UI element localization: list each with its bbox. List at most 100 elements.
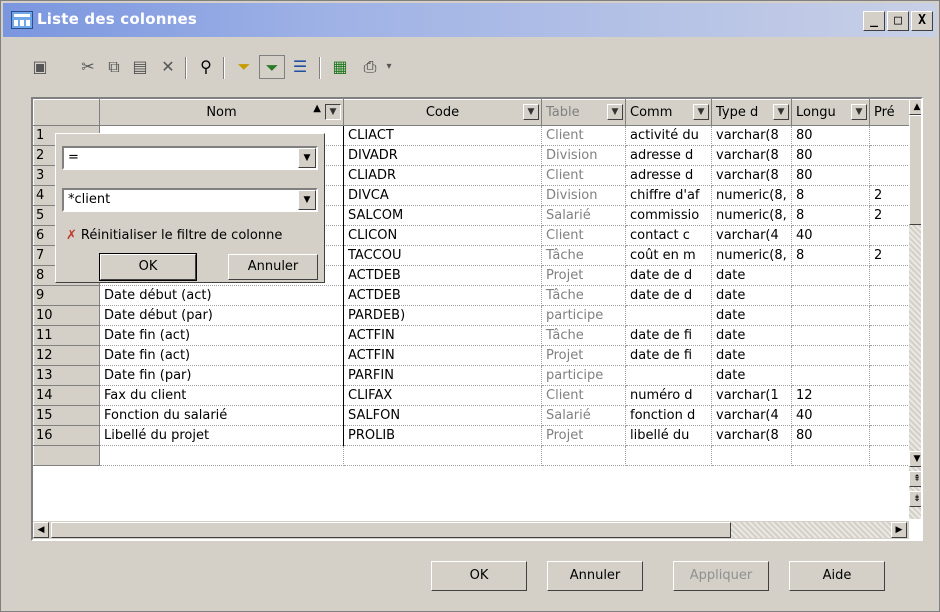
grid-cell[interactable]: 8 <box>791 245 870 266</box>
grid-cell[interactable]: date <box>711 265 792 286</box>
grid-cell[interactable]: Fonction du salarié <box>99 405 344 426</box>
grid-cell[interactable]: activité du <box>625 125 712 146</box>
grid-cell[interactable]: Fax du client <box>99 385 344 406</box>
header-length[interactable]: Longu ▼ <box>791 99 870 126</box>
grid-cell[interactable]: Client <box>541 225 626 246</box>
grid-cell[interactable]: 40 <box>791 405 870 426</box>
grid-cell[interactable]: ACTDEB <box>343 265 542 286</box>
grid-cell[interactable]: Date début (par) <box>99 305 344 326</box>
grid-cell[interactable]: Tâche <box>541 325 626 346</box>
grid-cell[interactable] <box>869 225 910 246</box>
header-code[interactable]: Code ▼ <box>343 99 542 126</box>
filter-dropdown-icon[interactable]: ▼ <box>325 104 341 120</box>
grid-cell[interactable]: TACCOU <box>343 245 542 266</box>
grid-cell[interactable]: date <box>711 325 792 346</box>
grid-cell[interactable]: 2 <box>869 205 910 226</box>
grid-cell[interactable] <box>791 285 870 306</box>
ok-button[interactable]: OK <box>431 561 527 591</box>
grid-cell[interactable]: date <box>711 285 792 306</box>
grid-cell[interactable]: ACTDEB <box>343 285 542 306</box>
popup-ok-button[interactable]: OK <box>99 253 197 281</box>
row-number-cell[interactable]: 13 <box>33 365 100 386</box>
grid-cell[interactable]: numéro d <box>625 385 712 406</box>
grid-cell[interactable]: Projet <box>541 345 626 366</box>
grid-cell[interactable]: Salarié <box>541 405 626 426</box>
grid-cell[interactable]: ACTFIN <box>343 325 542 346</box>
filter-dropdown-icon[interactable]: ▼ <box>693 104 709 120</box>
header-table[interactable]: Table ▼ <box>541 99 626 126</box>
grid-cell[interactable]: contact c <box>625 225 712 246</box>
header-comment[interactable]: Comm ▼ <box>625 99 712 126</box>
filter-operator-combo[interactable]: = ▼ <box>62 146 318 170</box>
grid-cell[interactable] <box>541 445 626 466</box>
grid-cell[interactable]: date de d <box>625 265 712 286</box>
reset-filter-link[interactable]: ✗ Réinitialiser le filtre de colonne <box>66 228 282 243</box>
grid-cell[interactable] <box>869 345 910 366</box>
grid-cell[interactable]: varchar(8 <box>711 425 792 446</box>
grid-cell[interactable]: numeric(8, <box>711 245 792 266</box>
grid-cell[interactable]: varchar(8 <box>711 125 792 146</box>
grid-cell[interactable] <box>791 445 870 466</box>
filter-active-icon[interactable]: ⏷ <box>259 55 285 79</box>
row-number-cell[interactable]: 15 <box>33 405 100 426</box>
grid-cell[interactable]: fonction d <box>625 405 712 426</box>
grid-cell[interactable]: CLICON <box>343 225 542 246</box>
grid-cell[interactable] <box>869 285 910 306</box>
grid-cell[interactable]: Client <box>541 385 626 406</box>
grid-cell[interactable] <box>869 365 910 386</box>
grid-cell[interactable]: varchar(4 <box>711 225 792 246</box>
grid-cell[interactable]: libellé du <box>625 425 712 446</box>
apply-button[interactable]: Appliquer <box>673 561 769 591</box>
grid-cell[interactable]: PARFIN <box>343 365 542 386</box>
grid-cell[interactable] <box>625 305 712 326</box>
table-row[interactable]: 16 Libellé du projet PROLIB Projet libellé d… <box>33 425 910 446</box>
table-row[interactable]: 12 Date fin (act) ACTFIN Projet date de fi da… <box>33 345 910 366</box>
cancel-button[interactable]: Annuler <box>547 561 643 591</box>
row-number-cell[interactable]: 11 <box>33 325 100 346</box>
filter-dropdown-icon[interactable]: ▼ <box>607 104 623 120</box>
grid-cell[interactable]: 12 <box>791 385 870 406</box>
filter-icon[interactable]: ⏷ <box>231 55 257 79</box>
filter-value-combo[interactable]: *client ▼ <box>62 188 318 212</box>
grid-cell[interactable] <box>711 445 792 466</box>
header-precision[interactable]: Pré <box>869 99 910 126</box>
dropdown-arrow-icon[interactable]: ▾ <box>381 55 397 79</box>
close-button[interactable]: X <box>911 11 933 31</box>
grid-cell[interactable]: 40 <box>791 225 870 246</box>
grid-cell[interactable] <box>625 445 712 466</box>
grid-cell[interactable]: Date fin (act) <box>99 345 344 366</box>
grid-cell[interactable] <box>791 345 870 366</box>
grid-cell[interactable]: CLIADR <box>343 165 542 186</box>
grid-cell[interactable]: Date fin (act) <box>99 325 344 346</box>
paste-icon[interactable]: ▤ <box>127 55 153 79</box>
grid-cell[interactable]: numeric(8, <box>711 185 792 206</box>
grid-cell[interactable]: Date début (act) <box>99 285 344 306</box>
grid-cell[interactable]: Projet <box>541 425 626 446</box>
grid-cell[interactable]: 80 <box>791 165 870 186</box>
grid-cell[interactable]: 8 <box>791 185 870 206</box>
grid-cell[interactable] <box>869 145 910 166</box>
grid-cell[interactable] <box>791 325 870 346</box>
grid-cell[interactable]: commissio <box>625 205 712 226</box>
table-row[interactable]: 10 Date début (par) PARDEB) participe date <box>33 305 910 326</box>
copy-icon[interactable]: ⧉ <box>101 55 127 79</box>
horizontal-scrollbar[interactable]: ◀ ▶ <box>33 521 909 539</box>
customize-columns-icon[interactable]: ☰ <box>287 55 313 79</box>
grid-cell[interactable]: Tâche <box>541 245 626 266</box>
horizontal-scroll-thumb[interactable] <box>51 522 731 538</box>
grid-cell[interactable]: DIVCA <box>343 185 542 206</box>
grid-cell[interactable]: PARDEB) <box>343 305 542 326</box>
table-row[interactable]: 11 Date fin (act) ACTFIN Tâche date de fi dat… <box>33 325 910 346</box>
header-type[interactable]: Type d ▼ <box>711 99 792 126</box>
grid-cell[interactable] <box>791 305 870 326</box>
help-button[interactable]: Aide <box>789 561 885 591</box>
vertical-scrollbar[interactable]: ▲ ▼ ⇞ ⇟ <box>909 99 921 519</box>
scroll-up-icon[interactable]: ▲ <box>909 99 921 115</box>
grid-cell[interactable]: Projet <box>541 265 626 286</box>
table-row[interactable]: 13 Date fin (par) PARFIN participe date <box>33 365 910 386</box>
minimize-button[interactable]: _ <box>863 11 885 31</box>
grid-cell[interactable] <box>99 445 344 466</box>
grid-cell[interactable]: varchar(1 <box>711 385 792 406</box>
grid-cell[interactable] <box>869 305 910 326</box>
grid-cell[interactable]: participe <box>541 305 626 326</box>
